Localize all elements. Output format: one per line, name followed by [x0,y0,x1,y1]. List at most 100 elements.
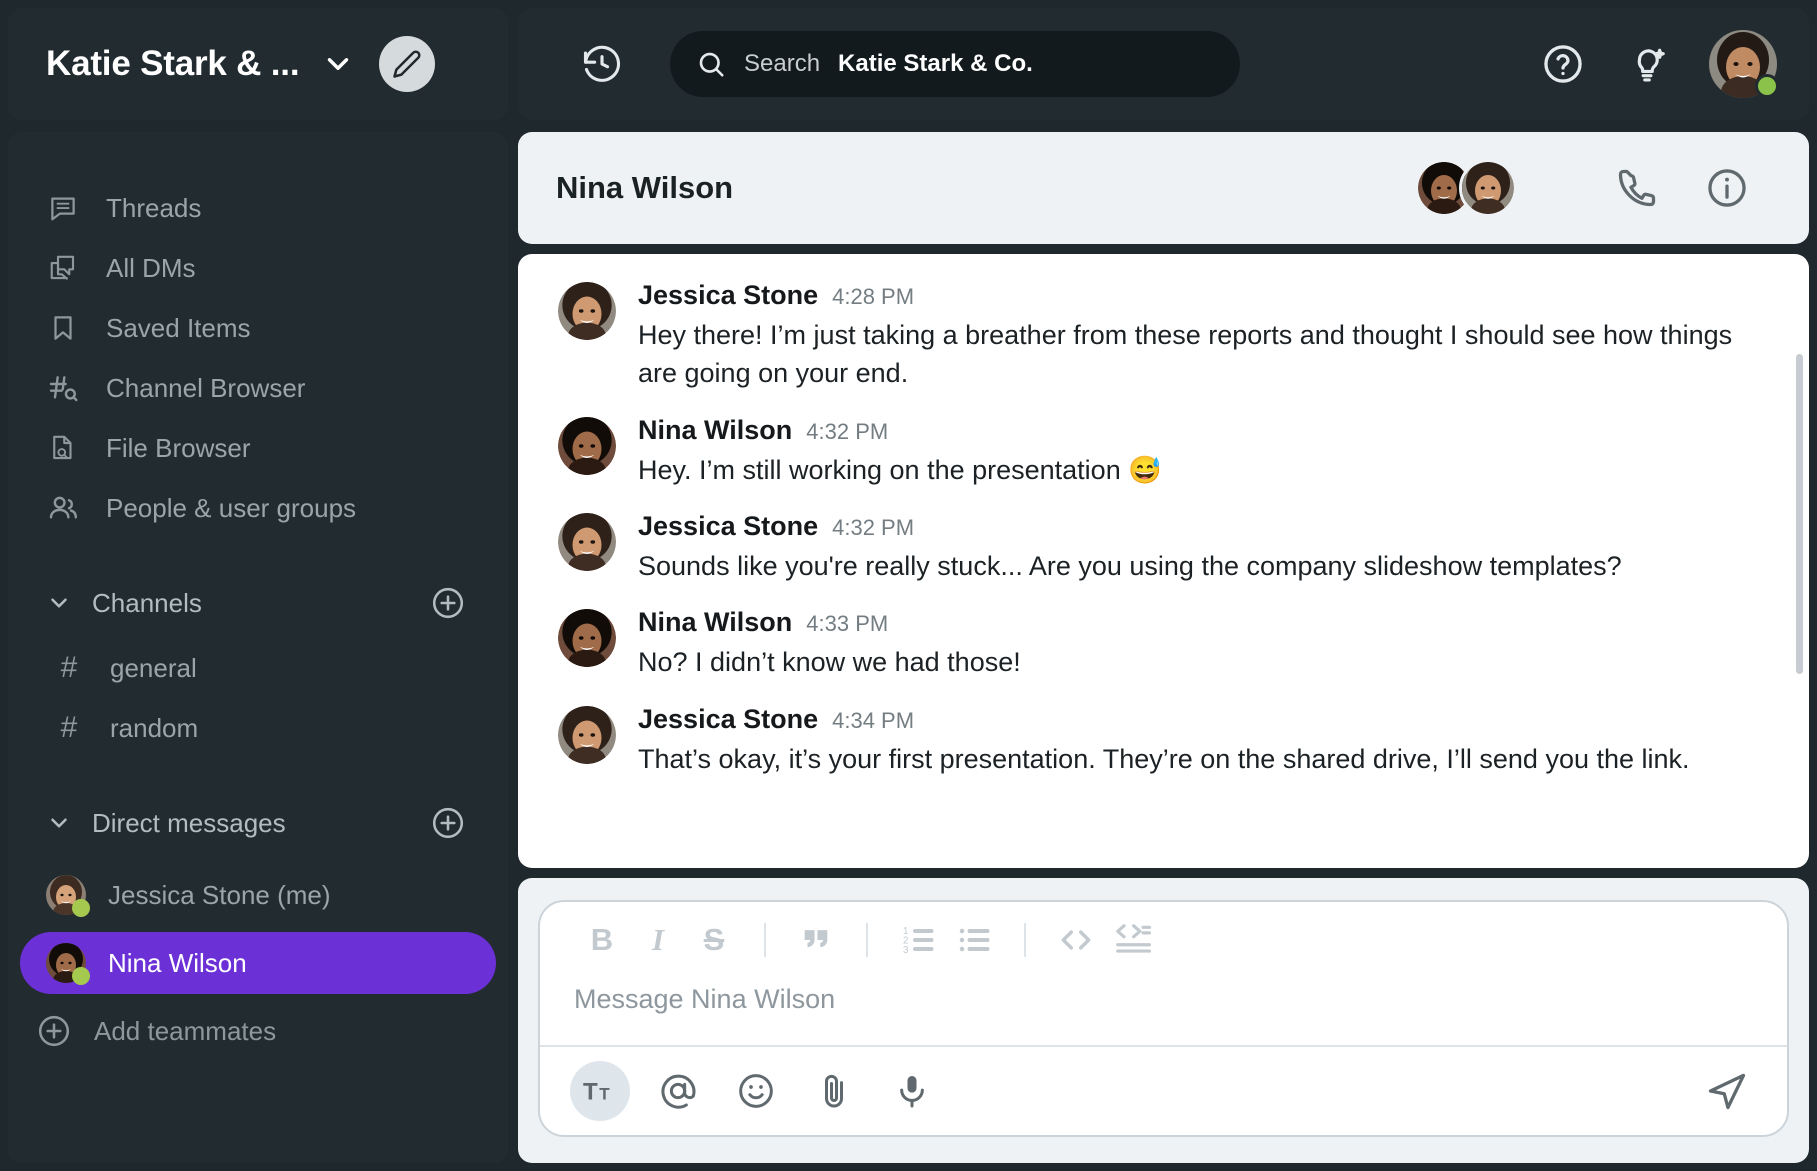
message-meta: Jessica Stone 4:28 PM [638,280,1769,311]
toolbar-divider [866,923,868,957]
dm-section-header[interactable]: Direct messages [8,788,508,858]
avatar [1459,159,1517,217]
message-item: Jessica Stone 4:34 PM That’s okay, it’s … [558,704,1769,778]
history-clock-icon[interactable] [580,42,624,86]
dm-section-label: Direct messages [92,807,286,838]
sidebar-item-label: File Browser [106,432,251,463]
avatar [46,875,90,917]
sidebar-item-file-browser[interactable]: File Browser [8,418,508,478]
help-circle-icon[interactable] [1541,42,1585,86]
status-badge [72,899,90,917]
composer-area: B I S 1 2 3 Message Nina Wilson T T [518,878,1809,1163]
message-input[interactable]: Message Nina Wilson [540,978,1787,1047]
code-block-icon[interactable] [1104,912,1160,968]
message-author: Nina Wilson [638,414,793,445]
mention-icon[interactable] [648,1061,708,1121]
phone-icon[interactable] [1615,166,1659,210]
toolbar-divider [764,923,766,957]
code-icon[interactable] [1048,912,1104,968]
top-row: Katie Stark & ... Search Katie Stark & C… [0,0,1817,124]
sidebar-item-all-dms[interactable]: All DMs [8,238,508,298]
message-item: Jessica Stone 4:28 PM Hey there! I’m jus… [558,280,1769,393]
svg-text:3: 3 [903,945,908,956]
attachment-icon[interactable] [804,1061,864,1121]
threads-icon [46,193,80,223]
sidebar-item-threads[interactable]: Threads [8,178,508,238]
message-body: Nina Wilson 4:32 PM Hey. I’m still worki… [638,415,1769,489]
chevron-down-icon[interactable] [46,590,76,616]
avatar [558,609,616,668]
message-author: Jessica Stone [638,280,819,310]
all-dms-icon [46,253,80,283]
avatar [558,705,616,764]
channel-search-icon [46,372,80,404]
workspace-name: Katie Stark & ... [46,44,300,83]
message-author: Nina Wilson [638,607,793,638]
microphone-icon[interactable] [882,1061,942,1121]
sidebar-item-label: All DMs [106,252,196,283]
formatting-toggle-icon[interactable]: TT [570,1061,630,1121]
toolbar-divider [1024,923,1026,957]
main-panel: Nina Wilson Jessica Stone 4:28 PM Hey th… [518,132,1809,1163]
italic-icon[interactable]: I [630,912,686,968]
sidebar-item-people-user-groups[interactable]: People & user groups [8,478,508,538]
member-avatars[interactable] [1415,159,1517,217]
sidebar-dm-nina-wilson[interactable]: Nina Wilson [20,932,496,994]
blockquote-icon[interactable] [788,912,844,968]
formatting-toolbar: B I S 1 2 3 [540,902,1787,978]
sidebar-item-channel-browser[interactable]: Channel Browser [8,358,508,418]
avatar [558,416,616,475]
add-teammates-button[interactable]: Add teammates [8,1000,508,1062]
message-text: That’s okay, it’s your first presentatio… [638,743,1690,774]
plus-circle-icon [36,1013,72,1049]
message-timestamp: 4:34 PM [832,707,915,733]
pencil-edit-icon[interactable] [379,36,436,92]
bold-icon[interactable]: B [574,912,630,968]
search-scope-label: Katie Stark & Co. [838,50,1033,77]
chevron-down-icon[interactable] [321,47,355,81]
search-icon [696,49,726,79]
composer-actions: TT [540,1047,1787,1135]
hash-icon: # [60,651,78,684]
global-header: Search Katie Stark & Co. [518,8,1809,120]
scrollbar[interactable] [1796,354,1803,674]
plus-circle-icon[interactable] [430,805,466,841]
page-title: Nina Wilson [556,170,734,205]
body-row: Threads All DMs Saved Items Channel Brow… [0,124,1817,1171]
search-placeholder: Search [744,50,821,77]
strikethrough-icon[interactable]: S [686,912,742,968]
channel-label: random [110,712,199,743]
channel-label: general [110,652,197,683]
message-author: Jessica Stone [638,703,819,734]
sidebar-item-saved-items[interactable]: Saved Items [8,298,508,358]
message-author: Jessica Stone [638,510,819,541]
message-body: Jessica Stone 4:28 PM Hey there! I’m jus… [638,280,1769,393]
emoji-icon[interactable] [726,1061,786,1121]
avatar[interactable] [1709,30,1779,98]
dm-label: Nina Wilson [108,947,247,978]
workspace-switcher-button[interactable]: Katie Stark & ... [8,8,508,120]
message-timestamp: 4:32 PM [806,418,889,444]
send-icon[interactable] [1697,1061,1757,1121]
avatar [558,282,616,340]
lightbulb-sparkle-icon[interactable] [1625,41,1671,87]
sidebar-channel-random[interactable]: # random [8,698,508,758]
bullet-list-icon[interactable] [946,912,1002,968]
avatar [46,943,90,985]
message-timestamp: 4:32 PM [832,514,915,540]
sidebar-channel-general[interactable]: # general [8,638,508,698]
message-timestamp: 4:33 PM [806,611,889,637]
channels-section-header[interactable]: Channels [8,568,508,638]
message-item: Nina Wilson 4:33 PM No? I didn’t know we… [558,607,1769,681]
chevron-down-icon[interactable] [46,810,76,836]
sidebar-dm-jessica-stone[interactable]: Jessica Stone (me) [20,864,496,926]
status-badge [1755,74,1779,98]
message-body: Jessica Stone 4:34 PM That’s okay, it’s … [638,704,1769,778]
info-circle-icon[interactable] [1705,166,1749,210]
message-timestamp: 4:28 PM [832,284,915,309]
search-input[interactable]: Search Katie Stark & Co. [670,31,1240,97]
sidebar-item-label: Threads [106,192,202,223]
message-meta: Nina Wilson 4:32 PM [638,415,1769,446]
ordered-list-icon[interactable]: 1 2 3 [890,912,946,968]
plus-circle-icon[interactable] [430,585,466,621]
